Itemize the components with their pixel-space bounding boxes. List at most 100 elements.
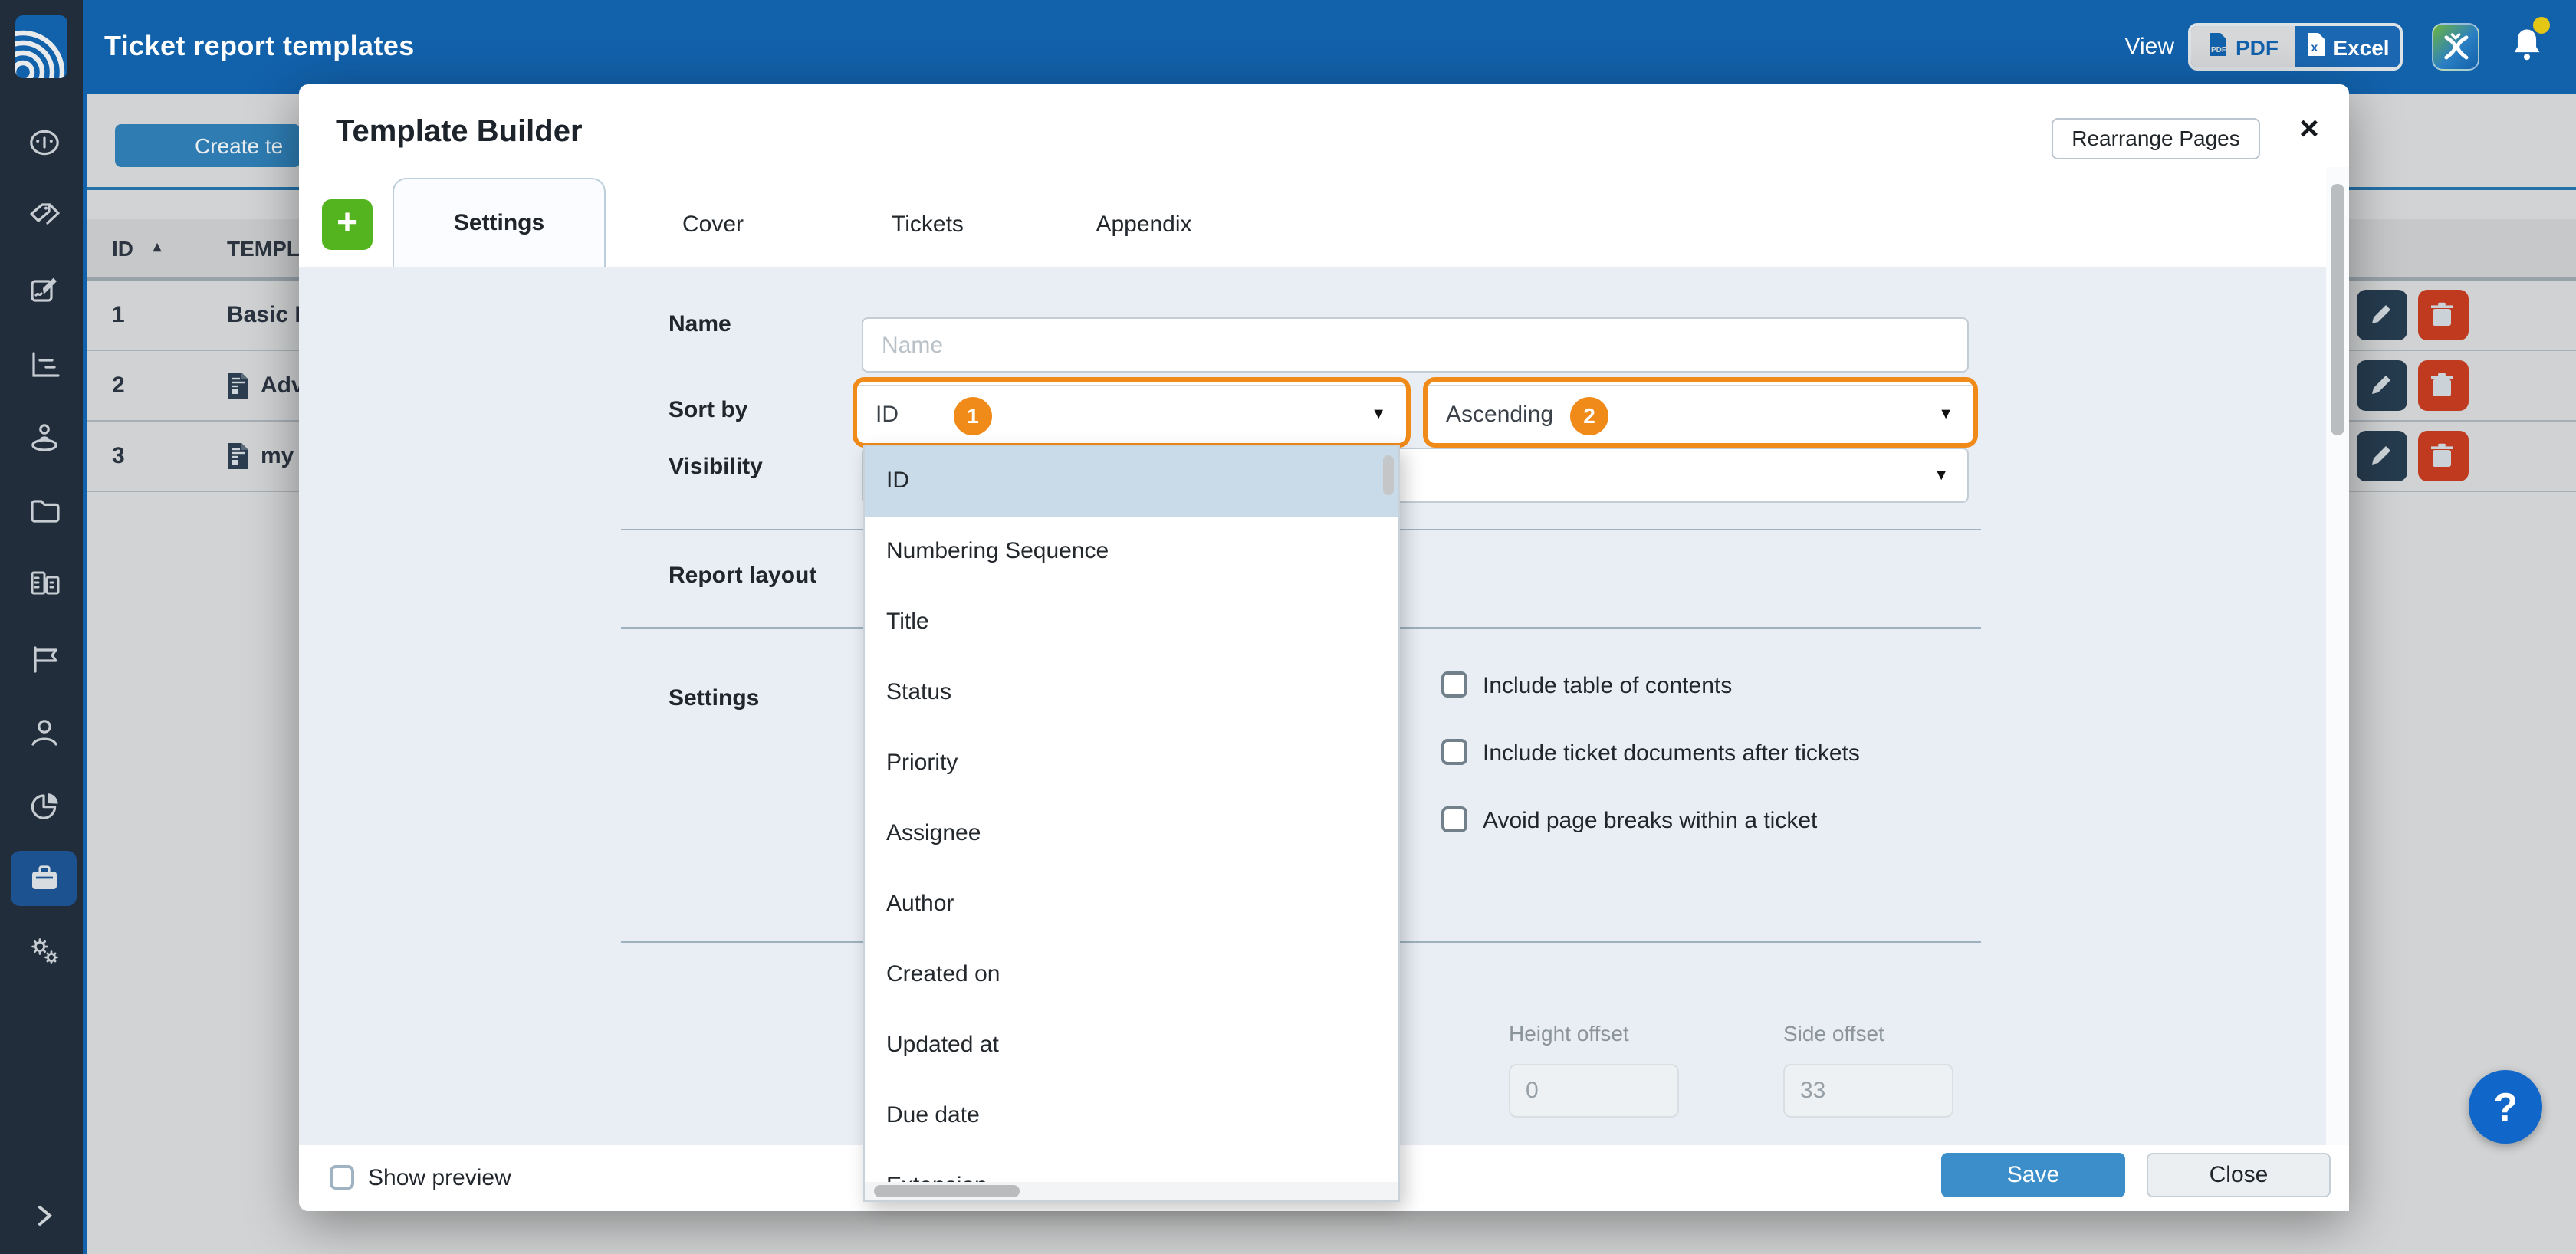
sort-ascending-icon[interactable]: ▴ [153,219,161,277]
sort-direction-select-inner: Ascending ▼ 2 [1429,385,1972,440]
include-ticket-documents-checkbox[interactable] [1441,739,1467,765]
rearrange-pages-button[interactable]: Rearrange Pages [2052,118,2260,159]
table-row[interactable]: 2 Adv [87,351,301,422]
annotation-badge-2: 2 [1570,397,1608,435]
view-format-toggle: PDF PDF x Excel [2188,23,2403,71]
page-tab-underline [87,187,301,190]
modal-title: Template Builder [336,115,583,150]
sidebar-collapse-chevron-icon[interactable] [32,1203,57,1228]
edit-row-button[interactable] [2357,290,2407,340]
dropdown-option-id[interactable]: ID [865,446,1398,517]
row-id: 3 [112,422,125,491]
report-layout-label: Report layout [669,563,816,589]
height-offset-label: Height offset [1509,1021,1629,1046]
sidebar-item-form-edit-icon[interactable] [28,274,61,308]
modal-scrollbar[interactable] [2326,167,2349,1211]
dropdown-option-assignee[interactable]: Assignee [865,799,1398,869]
app-switcher-icon[interactable] [2432,23,2479,71]
sidebar-item-dashboard-icon[interactable] [28,126,61,159]
dropdown-option-created-on[interactable]: Created on [865,940,1398,1010]
sidebar-item-user-icon[interactable] [28,716,61,750]
sort-field-select[interactable]: ID ▼ 1 [853,377,1411,448]
sidebar-item-statistics-icon[interactable] [28,348,61,382]
dropdown-horizontal-scrollbar-thumb[interactable] [874,1185,1020,1197]
sidebar-item-folder-icon[interactable] [28,494,61,527]
view-excel-button[interactable]: x Excel [2295,26,2400,67]
sidebar-item-companies-icon[interactable] [28,566,61,599]
table-row[interactable]: 1 Basic Repo [87,281,301,351]
view-pdf-button[interactable]: PDF PDF [2191,26,2295,67]
svg-text:x: x [2311,41,2318,54]
sidebar-item-report-templates-icon[interactable] [28,862,61,895]
row-template-name: Adv [261,351,301,420]
excel-label: Excel [2333,34,2389,59]
avoid-page-breaks-label: Avoid page breaks within a ticket [1483,808,1817,834]
dropdown-option-status[interactable]: Status [865,658,1398,728]
tab-settings[interactable]: Settings [393,178,606,267]
close-button[interactable]: Close [2147,1153,2331,1197]
include-toc-checkbox[interactable] [1441,671,1467,698]
sort-direction-value: Ascending [1446,386,1553,445]
visibility-label: Visibility [669,454,763,480]
avoid-page-breaks-checkbox[interactable] [1441,806,1467,832]
row-id: 1 [112,281,125,350]
brand-logo[interactable] [15,15,67,78]
height-offset-input[interactable] [1509,1064,1679,1118]
modal-scrollbar-thumb[interactable] [2331,184,2344,435]
help-button[interactable]: ? [2469,1070,2542,1144]
tab-cover[interactable]: Cover [621,212,805,238]
sort-by-label: Sort by [669,397,748,423]
edit-row-button[interactable] [2357,360,2407,411]
tab-tickets[interactable]: Tickets [836,212,1020,238]
page-tab-underline-right [2349,187,2576,190]
sort-field-value: ID [876,386,899,445]
dropdown-scrollbar-thumb[interactable] [1383,455,1394,495]
side-offset-input[interactable] [1783,1064,1953,1118]
template-document-icon [227,371,250,400]
delete-row-button[interactable] [2418,290,2469,340]
dropdown-option-priority[interactable]: Priority [865,728,1398,799]
close-icon[interactable]: × [2286,106,2332,152]
table-row-actions [2349,422,2576,492]
app-screen: Ticket report templates View PDF PDF x E… [0,0,2576,1254]
annotation-badge-1: 1 [954,397,992,435]
edit-row-button[interactable] [2357,431,2407,481]
table-row[interactable]: 3 my [87,422,301,492]
table-row-actions [2349,281,2576,351]
sidebar-item-settings-icon[interactable] [28,935,61,969]
dropdown-option-numbering-sequence[interactable]: Numbering Sequence [865,517,1398,587]
notification-badge [2533,17,2550,34]
show-preview-checkbox[interactable] [330,1165,354,1190]
template-document-icon [227,442,250,471]
add-page-button[interactable]: + [322,199,373,250]
table-header-right [2349,219,2576,281]
delete-row-button[interactable] [2418,360,2469,411]
table-header-left: ID ▴ TEMPLATE [87,219,301,281]
dropdown-option-title[interactable]: Title [865,587,1398,658]
caret-down-icon: ▼ [1934,449,1949,504]
delete-row-button[interactable] [2418,431,2469,481]
dropdown-horizontal-scrollbar[interactable] [865,1182,1398,1200]
name-input[interactable] [862,317,1969,373]
save-button[interactable]: Save [1941,1153,2125,1197]
id-column-header[interactable]: ID [112,219,133,277]
sidebar-item-person-location-icon[interactable] [28,420,61,454]
sidebar-item-tags-icon[interactable] [28,198,61,231]
create-template-button[interactable]: Create te [115,124,301,167]
tab-appendix[interactable]: Appendix [1052,212,1236,238]
sort-field-dropdown-list: ID Numbering Sequence Title Status Prior… [863,445,1400,1202]
sidebar-item-flag-icon[interactable] [28,642,61,676]
caret-down-icon: ▼ [1938,386,1953,445]
caret-down-icon: ▼ [1371,386,1386,445]
dropdown-option-author[interactable]: Author [865,869,1398,940]
dropdown-option-due-date[interactable]: Due date [865,1081,1398,1151]
row-template-name: my [261,422,294,491]
excel-file-icon: x [2305,32,2325,61]
dropdown-option-updated-at[interactable]: Updated at [865,1010,1398,1081]
include-toc-label: Include table of contents [1483,673,1732,699]
top-header: Ticket report templates View PDF PDF x E… [0,0,2576,94]
sort-direction-select[interactable]: Ascending ▼ 2 [1423,377,1978,448]
sidebar-item-pie-chart-icon[interactable] [28,789,61,823]
view-label: View [2055,0,2174,94]
template-column-header[interactable]: TEMPLATE [227,219,301,277]
